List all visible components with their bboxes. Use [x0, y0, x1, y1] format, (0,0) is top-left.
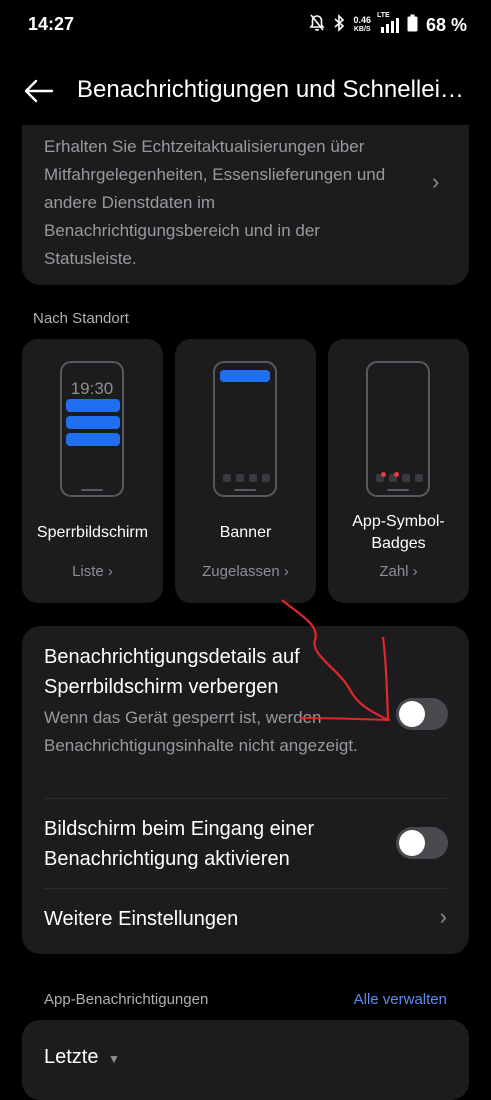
- chevron-right-icon: ›: [412, 563, 418, 580]
- style-value-lockscreen: Liste ›: [72, 563, 113, 580]
- more-settings-title: Weitere Einstellungen: [44, 908, 239, 930]
- chevron-right-icon: ›: [439, 904, 447, 929]
- preview-clock: 19:30: [70, 379, 114, 398]
- chevron-down-icon: ▼: [108, 1052, 120, 1066]
- filter-label: Letzte: [44, 1046, 99, 1068]
- badges-preview: [366, 361, 430, 497]
- section-label-app-notifications: App-Benachrichtigungen: [44, 991, 209, 1008]
- hide-details-row[interactable]: Benachrichtigungsdetails auf Sperrbildsc…: [44, 642, 364, 760]
- chevron-right-icon: ›: [432, 169, 440, 194]
- wake-screen-toggle[interactable]: [396, 827, 448, 859]
- battery-level: 68 %: [425, 14, 467, 35]
- wake-screen-row[interactable]: Bildschirm beim Eingang einer Benachrich…: [44, 814, 364, 874]
- style-value-banner: Zugelassen ›: [202, 563, 289, 580]
- more-settings-row[interactable]: Weitere Einstellungen ›: [44, 904, 447, 940]
- lockscreen-preview: 19:30: [60, 361, 124, 497]
- mute-icon: [309, 14, 326, 36]
- banner-preview: [213, 361, 277, 497]
- hide-details-title: Benachrichtigungsdetails auf Sperrbildsc…: [44, 646, 300, 698]
- battery-icon: [407, 14, 418, 36]
- status-time: 14:27: [28, 14, 75, 34]
- style-card-lockscreen[interactable]: 19:30 Sperrbildschirm Liste ›: [22, 339, 163, 603]
- back-button[interactable]: [22, 74, 56, 108]
- section-label-location: Nach Standort: [33, 310, 129, 327]
- live-updates-description: Erhalten Sie Echtzeitaktualisierungen üb…: [44, 137, 386, 268]
- net-speed: 0.46 KB/S: [353, 15, 371, 34]
- manage-all-link[interactable]: Alle verwalten: [354, 991, 447, 1008]
- style-card-banner[interactable]: Banner Zugelassen ›: [175, 339, 316, 603]
- style-card-badges[interactable]: App-Symbol-Badges Zahl ›: [328, 339, 469, 603]
- filter-dropdown[interactable]: Letzte ▼: [44, 1042, 120, 1074]
- page-title: Benachrichtigungen und Schnellei…: [77, 76, 464, 103]
- chevron-right-icon: ›: [107, 563, 113, 580]
- style-value-badges: Zahl ›: [379, 563, 418, 580]
- style-title-lockscreen: Sperrbildschirm: [36, 524, 149, 541]
- app-notifications-card: Letzte ▼: [22, 1020, 469, 1100]
- wake-screen-title: Bildschirm beim Eingang einer Benachrich…: [44, 818, 315, 870]
- lockscreen-settings-card: Benachrichtigungsdetails auf Sperrbildsc…: [22, 626, 469, 954]
- divider: [44, 888, 447, 889]
- divider: [44, 798, 447, 799]
- style-title-badges: App-Symbol-Badges: [352, 513, 445, 552]
- hide-details-toggle[interactable]: [396, 698, 448, 730]
- bluetooth-icon: [333, 14, 345, 36]
- back-arrow-icon: [24, 79, 54, 103]
- style-title-banner: Banner: [219, 524, 272, 541]
- chevron-right-icon: ›: [283, 563, 289, 580]
- signal-icon: LTE: [377, 12, 399, 34]
- status-icons: 0.46 KB/S LTE 68 %: [309, 12, 467, 36]
- live-updates-card[interactable]: Erhalten Sie Echtzeitaktualisierungen üb…: [22, 125, 469, 285]
- hide-details-description: Wenn das Gerät gesperrt ist, werden Bena…: [44, 708, 358, 755]
